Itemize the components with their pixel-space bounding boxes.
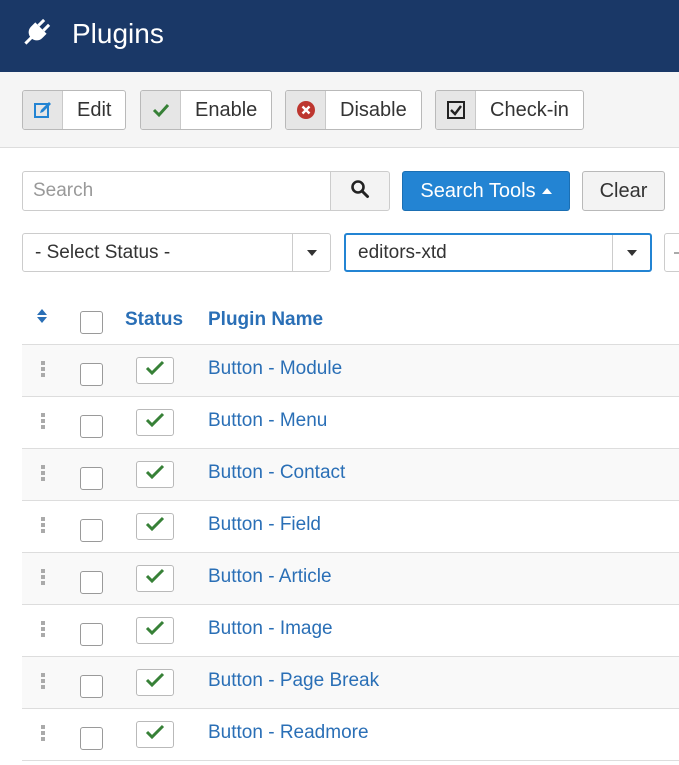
row-checkbox[interactable] bbox=[80, 623, 103, 646]
checkbox-icon bbox=[436, 91, 476, 129]
status-toggle-button[interactable] bbox=[136, 461, 174, 488]
plugin-name-link[interactable]: Button - Field bbox=[208, 514, 321, 536]
page-title: Plugins bbox=[72, 18, 164, 49]
enable-button[interactable]: Enable bbox=[140, 90, 273, 130]
check-icon bbox=[145, 620, 165, 641]
plugin-name-link[interactable]: Button - Module bbox=[208, 358, 342, 380]
search-button[interactable] bbox=[330, 171, 390, 211]
status-toggle-button[interactable] bbox=[136, 669, 174, 696]
clear-button[interactable]: Clear bbox=[582, 171, 665, 211]
status-toggle-button[interactable] bbox=[136, 617, 174, 644]
check-icon bbox=[141, 91, 181, 129]
check-icon bbox=[145, 464, 165, 485]
row-checkbox[interactable] bbox=[80, 519, 103, 542]
status-toggle-button[interactable] bbox=[136, 409, 174, 436]
check-icon bbox=[145, 516, 165, 537]
row-checkbox[interactable] bbox=[80, 571, 103, 594]
check-icon bbox=[145, 568, 165, 589]
status-toggle-button[interactable] bbox=[136, 565, 174, 592]
plugin-name-link[interactable]: Button - Menu bbox=[208, 410, 327, 432]
drag-handle-icon[interactable] bbox=[41, 621, 45, 639]
chevron-down-icon bbox=[612, 235, 650, 270]
page-header: Plugins bbox=[0, 0, 679, 72]
table-row: Button - Module bbox=[22, 345, 679, 397]
plugin-name-column-header[interactable]: Plugin Name bbox=[208, 309, 323, 331]
check-icon bbox=[145, 672, 165, 693]
drag-handle-icon[interactable] bbox=[41, 673, 45, 691]
table-row: Button - Readmore bbox=[22, 709, 679, 761]
search-tools-button[interactable]: Search Tools bbox=[402, 171, 570, 211]
drag-handle-icon[interactable] bbox=[41, 465, 45, 483]
drag-handle-icon[interactable] bbox=[41, 517, 45, 535]
times-circle-icon bbox=[286, 91, 326, 129]
check-in-label: Check-in bbox=[490, 98, 569, 121]
drag-handle-icon[interactable] bbox=[41, 569, 45, 587]
status-column-header[interactable]: Status bbox=[125, 309, 183, 331]
edit-button[interactable]: Edit bbox=[22, 90, 127, 130]
select-all-checkbox[interactable] bbox=[80, 311, 103, 334]
drag-handle-icon[interactable] bbox=[41, 413, 45, 431]
check-icon bbox=[145, 412, 165, 433]
element-filter-select[interactable] bbox=[664, 233, 679, 272]
row-checkbox[interactable] bbox=[80, 363, 103, 386]
plugin-name-link[interactable]: Button - Image bbox=[208, 618, 333, 640]
table-row: Button - Field bbox=[22, 501, 679, 553]
search-icon bbox=[350, 179, 370, 204]
plug-icon bbox=[20, 17, 52, 49]
table-row: Button - Image bbox=[22, 605, 679, 657]
row-checkbox[interactable] bbox=[80, 727, 103, 750]
table-row: Button - Article bbox=[22, 553, 679, 605]
status-filter-select[interactable]: - Select Status - bbox=[22, 233, 331, 272]
disable-button[interactable]: Disable bbox=[285, 90, 422, 130]
search-input[interactable]: Search bbox=[22, 171, 331, 211]
row-checkbox[interactable] bbox=[80, 675, 103, 698]
row-checkbox[interactable] bbox=[80, 415, 103, 438]
caret-up-icon bbox=[541, 188, 552, 194]
table-row: Button - Menu bbox=[22, 397, 679, 449]
edit-icon bbox=[23, 91, 63, 129]
sort-icon[interactable] bbox=[36, 308, 48, 329]
edit-label: Edit bbox=[77, 98, 112, 121]
enable-label: Enable bbox=[195, 98, 258, 121]
chevron-down-icon bbox=[292, 234, 330, 271]
plugin-name-link[interactable]: Button - Page Break bbox=[208, 670, 379, 692]
table-row: Button - Page Break bbox=[22, 657, 679, 709]
plugin-name-link[interactable]: Button - Readmore bbox=[208, 722, 369, 744]
row-checkbox[interactable] bbox=[80, 467, 103, 490]
status-toggle-button[interactable] bbox=[136, 721, 174, 748]
plugin-name-link[interactable]: Button - Article bbox=[208, 566, 332, 588]
table-header: Status Plugin Name bbox=[22, 294, 679, 345]
drag-handle-icon[interactable] bbox=[41, 725, 45, 743]
table-row: Button - Contact bbox=[22, 449, 679, 501]
check-icon bbox=[145, 724, 165, 745]
status-toggle-button[interactable] bbox=[136, 513, 174, 540]
disable-label: Disable bbox=[340, 98, 407, 121]
drag-handle-icon[interactable] bbox=[41, 361, 45, 379]
folder-filter-value: editors-xtd bbox=[358, 241, 447, 263]
folder-filter-select[interactable]: editors-xtd bbox=[344, 233, 652, 272]
toolbar: Edit Enable Disable Check-in bbox=[0, 72, 679, 148]
check-icon bbox=[145, 360, 165, 381]
status-toggle-button[interactable] bbox=[136, 357, 174, 384]
check-in-button[interactable]: Check-in bbox=[435, 90, 584, 130]
status-filter-value: - Select Status - bbox=[35, 241, 171, 263]
search-tools-label: Search Tools bbox=[420, 179, 536, 202]
plugin-name-link[interactable]: Button - Contact bbox=[208, 462, 345, 484]
